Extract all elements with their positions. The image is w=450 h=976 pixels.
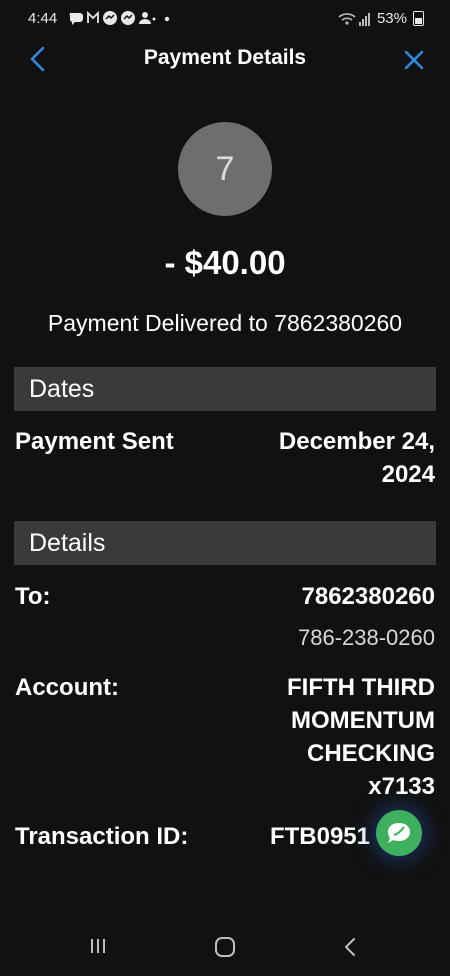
account-line1: FIFTH THIRD: [287, 674, 435, 701]
account-value: FIFTH THIRD MOMENTUM CHECKING x7133: [205, 671, 435, 803]
notification-icons-svg: [69, 10, 170, 25]
to-label: To:: [15, 583, 51, 610]
account-line3: CHECKING: [306, 740, 435, 767]
transaction-id-value: FTB0951: [269, 823, 370, 850]
details-section-header: Details: [14, 521, 436, 565]
close-icon: [404, 50, 424, 70]
account-line2: MOMENTUM: [291, 707, 435, 734]
battery-percent: 53%: [376, 10, 407, 27]
account-label: Account:: [15, 674, 119, 701]
to-value: 7862380260: [301, 583, 435, 610]
payment-sent-value: December 24, 2024: [205, 425, 435, 491]
payment-status: Payment Delivered to 7862380260: [47, 310, 403, 336]
wifi-signal-icon: [338, 12, 370, 26]
notification-icons: [68, 9, 178, 30]
system-back-icon: [345, 938, 355, 956]
battery-icon: [413, 11, 424, 26]
status-right: 53%: [337, 10, 424, 27]
payment-sent-date-line2: 2024: [381, 461, 435, 488]
close-button[interactable]: [402, 48, 426, 72]
payment-amount: - $40.00: [164, 244, 286, 281]
system-back-button[interactable]: [342, 936, 358, 958]
chat-bubble-icon: [388, 823, 410, 843]
home-button[interactable]: [214, 936, 236, 958]
avatar: 7: [178, 122, 272, 216]
status-bar: 4:44 53%: [0, 0, 450, 38]
payment-sent-date-line1: December 24,: [278, 428, 435, 455]
status-time: 4:44: [28, 10, 58, 27]
recents-button[interactable]: [88, 936, 108, 956]
dates-section-title: Dates: [29, 375, 95, 403]
account-line4: x7133: [368, 773, 435, 800]
details-section-title: Details: [29, 529, 106, 557]
to-formatted-phone: 786-238-0260: [297, 625, 435, 650]
payment-sent-label: Payment Sent: [15, 428, 174, 455]
transaction-id-label: Transaction ID:: [15, 823, 189, 850]
dates-section-header: Dates: [14, 367, 436, 411]
recents-icon: [91, 939, 105, 953]
page-title: Payment Details: [143, 46, 307, 69]
header: Payment Details: [0, 40, 450, 80]
chat-button[interactable]: [376, 810, 422, 856]
home-icon: [215, 937, 235, 957]
system-nav-bar: [0, 920, 450, 976]
